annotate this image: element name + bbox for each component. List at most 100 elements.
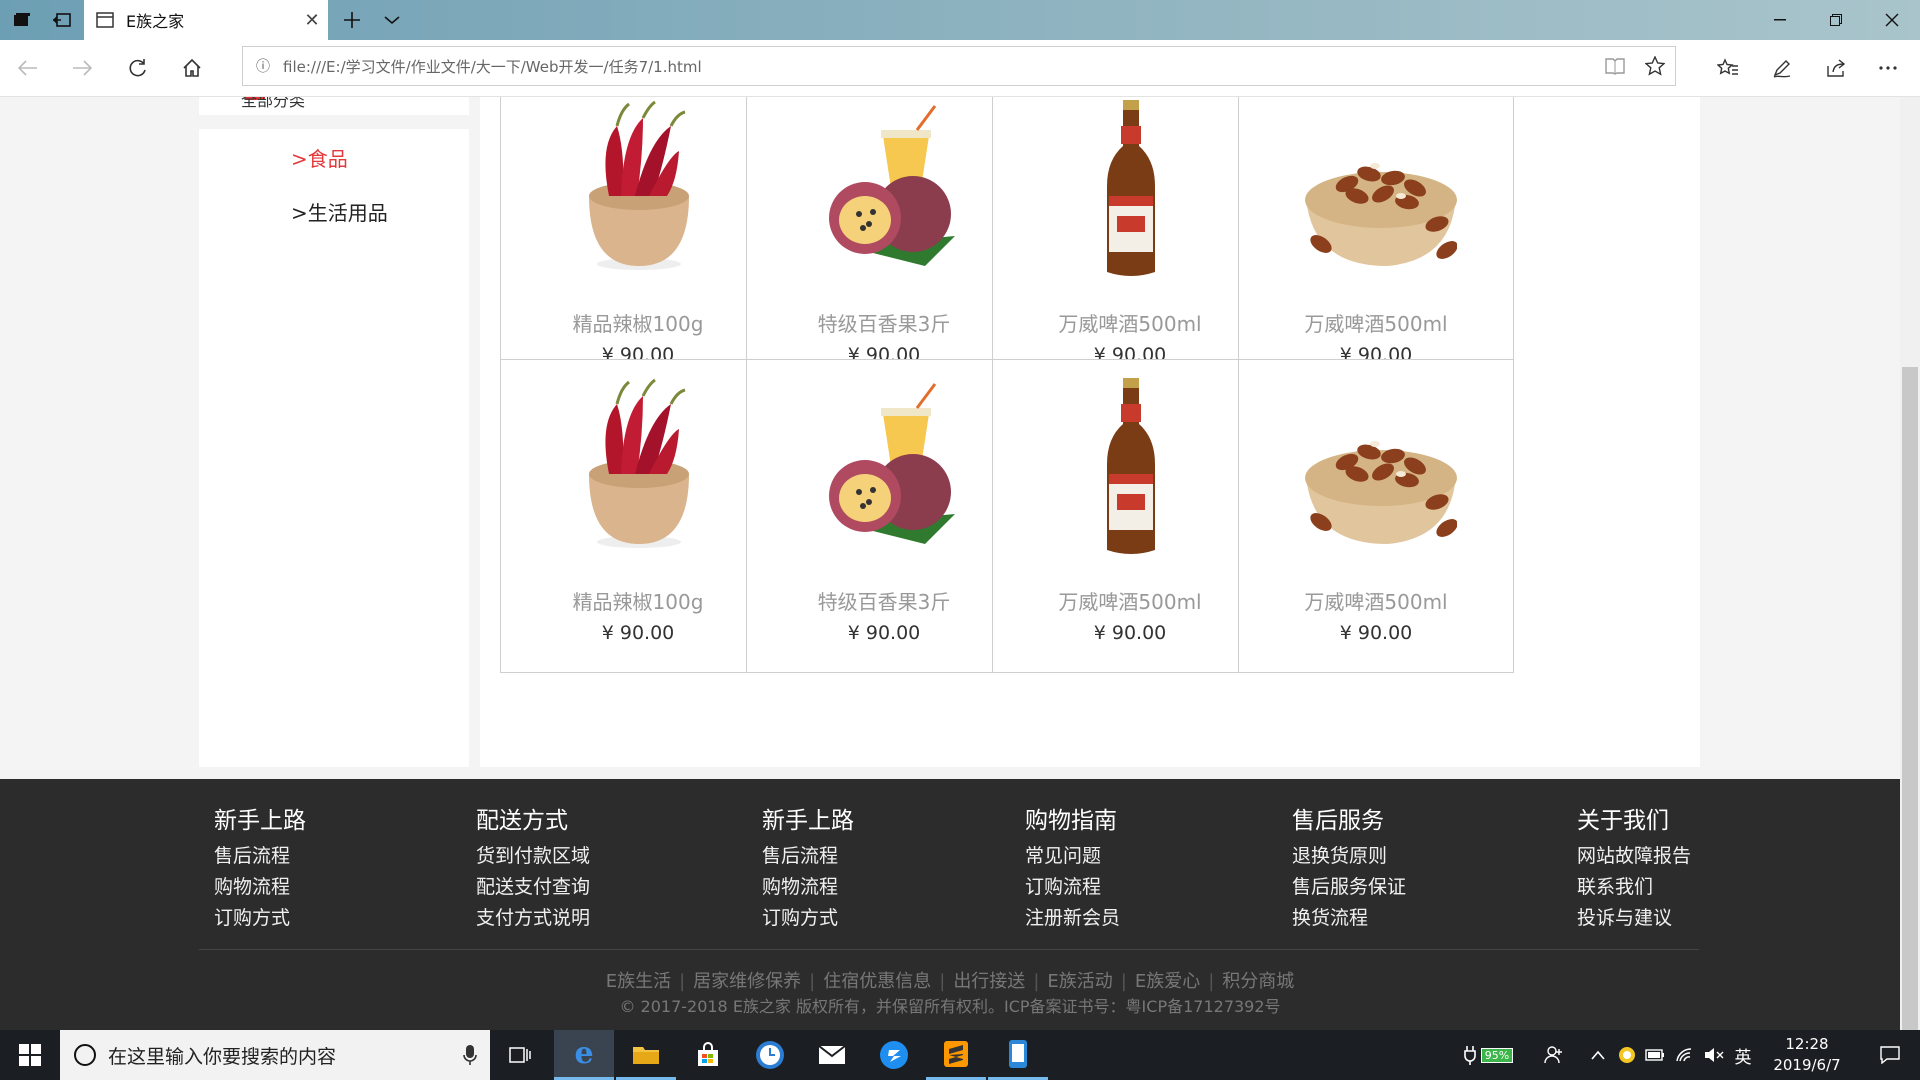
chili-bowl-image[interactable] bbox=[559, 97, 719, 276]
product-card[interactable]: 万威啤酒500ml ¥ 90.00 bbox=[1238, 359, 1514, 673]
footer-link[interactable]: 售后服务保证 bbox=[1292, 872, 1406, 903]
footer-link[interactable]: 投诉与建议 bbox=[1577, 903, 1691, 934]
refresh-button[interactable] bbox=[116, 48, 160, 88]
taskbar-clock[interactable]: 12:28 2019/6/7 bbox=[1752, 1034, 1862, 1076]
product-card[interactable]: 万威啤酒500ml ¥ 90.00 bbox=[1238, 97, 1514, 395]
footer-bottom-link[interactable]: E族爱心 bbox=[1135, 971, 1200, 992]
new-tab-button[interactable] bbox=[330, 0, 374, 40]
product-name[interactable]: 万威啤酒500ml bbox=[993, 308, 1267, 337]
more-options-icon[interactable] bbox=[1866, 48, 1910, 88]
product-card[interactable]: 精品辣椒100g ¥ 90.00 bbox=[500, 359, 776, 673]
footer-link[interactable]: 购物流程 bbox=[762, 872, 854, 903]
footer-bottom-link[interactable]: E族活动 bbox=[1047, 971, 1112, 992]
footer-link[interactable]: 售后流程 bbox=[762, 841, 854, 872]
edge-browser-icon[interactable]: e bbox=[554, 1030, 614, 1080]
tab-close-icon[interactable]: ✕ bbox=[296, 10, 328, 31]
taskbar-search-box[interactable]: 在这里输入你要搜索的内容 bbox=[60, 1030, 490, 1080]
phone-app-icon[interactable] bbox=[988, 1030, 1048, 1080]
sublime-text-icon[interactable] bbox=[926, 1030, 986, 1080]
passion-fruit-image[interactable] bbox=[805, 97, 965, 276]
product-price: ¥ 90.00 bbox=[1339, 622, 1413, 644]
taskbar-search-placeholder[interactable]: 在这里输入你要搜索的内容 bbox=[108, 1042, 450, 1069]
web-note-pen-icon[interactable] bbox=[1760, 48, 1804, 88]
passion-fruit-image[interactable] bbox=[805, 374, 965, 554]
clock-app-icon[interactable] bbox=[740, 1030, 800, 1080]
product-card[interactable]: 精品辣椒100g ¥ 90.00 bbox=[500, 97, 776, 395]
back-button[interactable] bbox=[6, 48, 50, 88]
footer-link[interactable]: 网站故障报告 bbox=[1577, 841, 1691, 872]
sidebar-item-food[interactable]: >食品 bbox=[291, 143, 348, 172]
favorite-star-icon[interactable] bbox=[1635, 56, 1675, 76]
action-center-icon[interactable] bbox=[1862, 1030, 1918, 1080]
product-card[interactable]: 特级百香果3斤 ¥ 90.00 bbox=[746, 359, 1022, 673]
footer-link[interactable]: 订购流程 bbox=[1025, 872, 1120, 903]
favorites-hub-icon[interactable] bbox=[1706, 48, 1750, 88]
mail-icon[interactable] bbox=[802, 1030, 862, 1080]
footer-link[interactable]: 配送支付查询 bbox=[476, 872, 590, 903]
tray-chevron-up-icon[interactable] bbox=[1582, 1030, 1614, 1080]
pine-nuts-image[interactable] bbox=[1297, 97, 1458, 276]
tab-preview-chevron-icon[interactable] bbox=[370, 0, 414, 40]
footer-bottom-link[interactable]: E族生活 bbox=[606, 971, 671, 992]
restore-button[interactable] bbox=[1808, 0, 1864, 40]
product-card[interactable]: 万威啤酒500ml ¥ 90.00 bbox=[992, 359, 1268, 673]
url-field[interactable]: ⓘ file:///E:/学习文件/作业文件/大一下/Web开发一/任务7/1.… bbox=[242, 46, 1676, 86]
sidebar-item-daily-goods[interactable]: >生活用品 bbox=[291, 197, 388, 226]
pine-nuts-image[interactable] bbox=[1297, 374, 1458, 554]
product-name[interactable]: 特级百香果3斤 bbox=[747, 308, 1021, 337]
start-button[interactable] bbox=[0, 1030, 60, 1080]
share-icon[interactable] bbox=[1814, 48, 1858, 88]
tray-app-icon[interactable] bbox=[1614, 1030, 1640, 1080]
battery-indicator[interactable]: 95% bbox=[1458, 1030, 1518, 1080]
microphone-icon[interactable] bbox=[450, 1044, 490, 1066]
file-explorer-icon[interactable] bbox=[616, 1030, 676, 1080]
footer-link[interactable]: 订购方式 bbox=[762, 903, 854, 934]
product-name[interactable]: 特级百香果3斤 bbox=[747, 586, 1021, 615]
footer-link[interactable]: 联系我们 bbox=[1577, 872, 1691, 903]
volume-muted-icon[interactable] bbox=[1700, 1030, 1728, 1080]
tabs-aside-icon[interactable] bbox=[40, 0, 84, 40]
footer-link[interactable]: 换货流程 bbox=[1292, 903, 1406, 934]
tab-active[interactable]: E族之家 ✕ bbox=[84, 0, 328, 40]
footer-link[interactable]: 支付方式说明 bbox=[476, 903, 590, 934]
scrollbar-thumb[interactable] bbox=[1902, 367, 1918, 1030]
home-button[interactable] bbox=[170, 48, 214, 88]
beer-bottle-image[interactable] bbox=[1051, 374, 1211, 554]
task-view-icon[interactable] bbox=[490, 1030, 550, 1080]
footer-link[interactable]: 常见问题 bbox=[1025, 841, 1120, 872]
footer-link[interactable]: 注册新会员 bbox=[1025, 903, 1120, 934]
footer-link[interactable]: 退换货原则 bbox=[1292, 841, 1406, 872]
feishu-app-icon[interactable] bbox=[864, 1030, 924, 1080]
chili-bowl-image[interactable] bbox=[559, 374, 719, 554]
footer-bottom-link[interactable]: 积分商城 bbox=[1222, 971, 1294, 992]
link-separator: | bbox=[939, 971, 946, 992]
footer-bottom-link[interactable]: 出行接送 bbox=[953, 971, 1025, 992]
footer-bottom-link[interactable]: 住宿优惠信息 bbox=[823, 971, 931, 992]
tab-actions-icon[interactable] bbox=[0, 0, 44, 40]
footer-bottom-link[interactable]: 居家维修保养 bbox=[693, 971, 801, 992]
footer-column: 售后服务 退换货原则 售后服务保证 换货流程 bbox=[1292, 801, 1406, 934]
page-scrollbar[interactable] bbox=[1900, 97, 1920, 1030]
beer-bottle-image[interactable] bbox=[1051, 97, 1211, 276]
product-card[interactable]: 万威啤酒500ml ¥ 90.00 bbox=[992, 97, 1268, 395]
forward-button[interactable] bbox=[60, 48, 104, 88]
product-card[interactable]: 特级百香果3斤 ¥ 90.00 bbox=[746, 97, 1022, 395]
minimize-button[interactable] bbox=[1752, 0, 1808, 40]
footer-link[interactable]: 售后流程 bbox=[214, 841, 306, 872]
info-icon[interactable]: ⓘ bbox=[243, 56, 283, 76]
footer-link[interactable]: 订购方式 bbox=[214, 903, 306, 934]
wifi-icon[interactable] bbox=[1670, 1030, 1700, 1080]
close-window-button[interactable] bbox=[1864, 0, 1920, 40]
people-icon[interactable] bbox=[1534, 1030, 1574, 1080]
footer-link[interactable]: 货到付款区域 bbox=[476, 841, 590, 872]
product-name[interactable]: 万威啤酒500ml bbox=[993, 586, 1267, 615]
store-icon[interactable] bbox=[678, 1030, 738, 1080]
battery-icon[interactable] bbox=[1640, 1030, 1670, 1080]
product-name[interactable]: 精品辣椒100g bbox=[501, 308, 775, 337]
url-text[interactable]: file:///E:/学习文件/作业文件/大一下/Web开发一/任务7/1.ht… bbox=[283, 56, 1595, 77]
product-name[interactable]: 万威啤酒500ml bbox=[1239, 308, 1513, 337]
reading-view-icon[interactable] bbox=[1595, 57, 1635, 75]
product-name[interactable]: 万威啤酒500ml bbox=[1239, 586, 1513, 615]
footer-link[interactable]: 购物流程 bbox=[214, 872, 306, 903]
product-name[interactable]: 精品辣椒100g bbox=[501, 586, 775, 615]
